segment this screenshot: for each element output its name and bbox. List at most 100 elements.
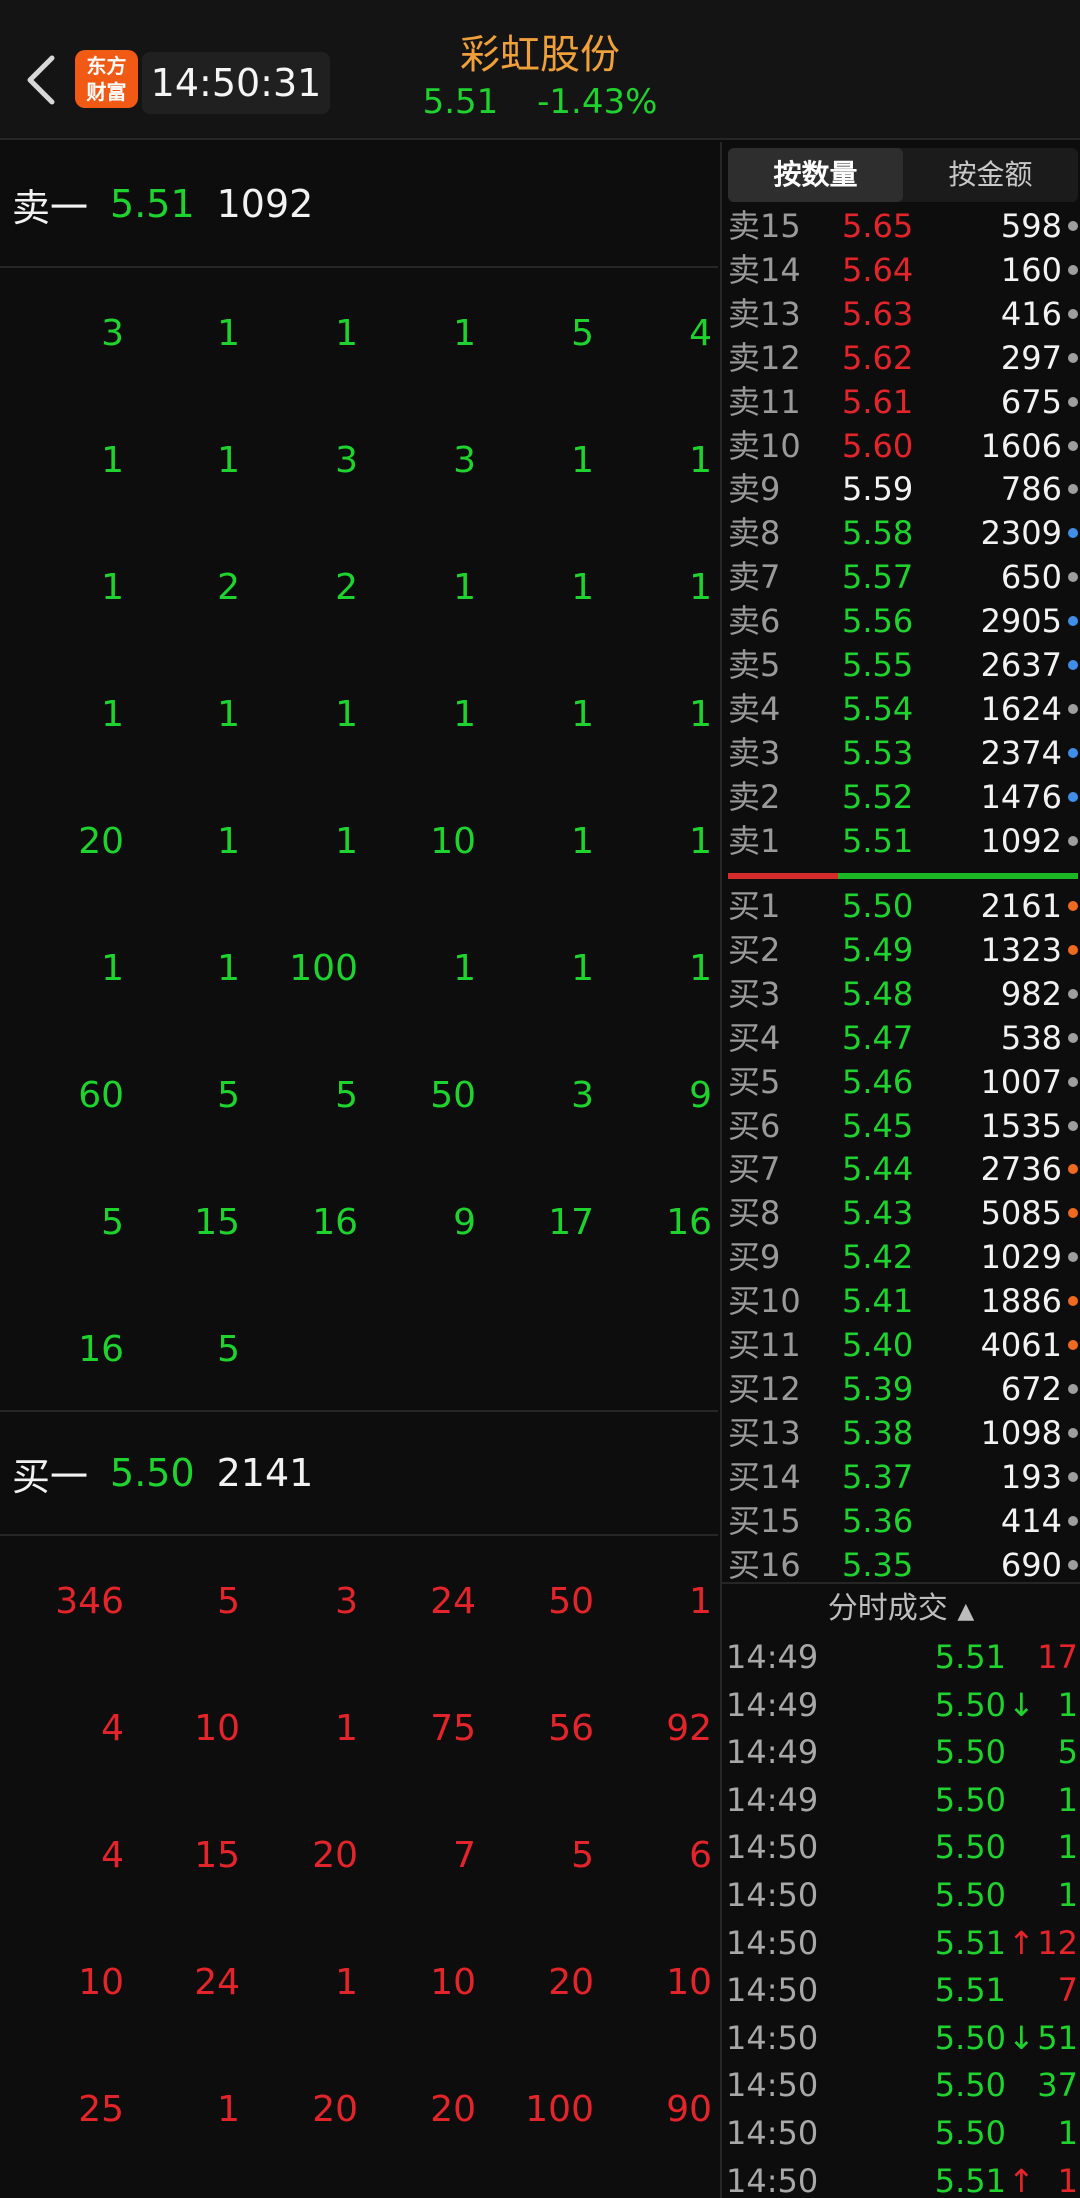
- sell-level[interactable]: 卖2 5.52 1476: [728, 775, 1078, 819]
- buy-level-volume: 690: [1000, 1545, 1062, 1584]
- buy-level[interactable]: 买8 5.43 5085: [728, 1191, 1078, 1235]
- sell-level[interactable]: 卖13 5.63 416: [728, 292, 1078, 336]
- sell-queue-price: 5.51: [110, 182, 195, 226]
- trade-row: 14:50 5.51 ↑ 12: [726, 1920, 1078, 1967]
- sell-level-label: 卖6: [728, 602, 781, 641]
- sell-level[interactable]: 卖1 5.51 1092: [728, 819, 1078, 863]
- queue-order-size: 5: [217, 1075, 240, 1116]
- sell-level-label: 卖8: [728, 514, 781, 553]
- trade-price: 5.51: [934, 2161, 1006, 2198]
- queue-order-size: 1: [217, 821, 240, 862]
- buy-queue-volume: 2141: [216, 1451, 314, 1495]
- sell-level[interactable]: 卖3 5.53 2374: [728, 731, 1078, 775]
- sell-level-volume: 1092: [980, 821, 1062, 860]
- trade-time: 14:50: [726, 2018, 819, 2057]
- buy-level-label: 买15: [728, 1501, 801, 1540]
- queue-order-size: 1: [571, 567, 594, 608]
- buy-level-label: 买8: [728, 1194, 781, 1233]
- queue-order-size: 1: [335, 694, 358, 735]
- buy-level[interactable]: 买6 5.45 1535: [728, 1104, 1078, 1148]
- queue-order-size: 20: [430, 2089, 476, 2130]
- back-button[interactable]: [22, 52, 62, 108]
- queue-order-size: 4: [101, 1708, 124, 1749]
- queue-order-size: 10: [78, 1962, 124, 2003]
- dot-icon: [1068, 791, 1078, 802]
- sell-level[interactable]: 卖7 5.57 650: [728, 555, 1078, 599]
- queue-order-size: 3: [101, 313, 124, 354]
- dot-icon: [1068, 901, 1078, 911]
- queue-order-size: 60: [78, 1075, 124, 1116]
- trade-price: 5.51: [934, 1638, 1006, 1676]
- queue-order-size: 1: [217, 694, 240, 735]
- dot-icon: [1068, 528, 1078, 539]
- top-bar: 东方 财富 14:50:31 彩虹股份 5.51 -1.43%: [0, 0, 1080, 140]
- buy-level-label: 买14: [728, 1457, 801, 1496]
- buy-level[interactable]: 买7 5.44 2736: [728, 1147, 1078, 1191]
- buy-level[interactable]: 买12 5.39 672: [728, 1367, 1078, 1411]
- dot-icon: [1068, 1164, 1078, 1175]
- tab-by-quantity[interactable]: 按数量: [728, 148, 903, 202]
- queue-row: 20 1 1 10 1 1: [0, 778, 718, 905]
- queue-order-size: 20: [78, 821, 124, 862]
- sell-level-volume: 160: [1000, 250, 1062, 289]
- queue-order-size: 5: [571, 313, 594, 354]
- queue-order-size: 90: [666, 2089, 712, 2130]
- sell-level[interactable]: 卖4 5.54 1624: [728, 687, 1078, 731]
- queue-order-size: 9: [453, 1202, 476, 1243]
- queue-order-size: 75: [430, 1708, 476, 1749]
- queue-order-size: 3: [571, 1075, 594, 1116]
- sell-level[interactable]: 卖15 5.65 598: [728, 204, 1078, 248]
- buy-level[interactable]: 买11 5.40 4061: [728, 1323, 1078, 1367]
- app-logo[interactable]: 东方 财富: [75, 50, 138, 108]
- buy-level-price: 5.37: [842, 1457, 914, 1496]
- queue-order-size: 1: [217, 313, 240, 354]
- buy-level[interactable]: 买16 5.35 690: [728, 1543, 1078, 1587]
- buy-level[interactable]: 买9 5.42 1029: [728, 1235, 1078, 1279]
- buy-level[interactable]: 买3 5.48 982: [728, 972, 1078, 1016]
- buy-level[interactable]: 买1 5.50 2161: [728, 884, 1078, 928]
- sell-level[interactable]: 卖9 5.59 786: [728, 467, 1078, 511]
- buy-level[interactable]: 买13 5.38 1098: [728, 1411, 1078, 1455]
- dot-icon: [1068, 1471, 1078, 1482]
- queue-row: 1 1 100 1 1 1: [0, 905, 718, 1032]
- sell-level-volume: 1606: [980, 426, 1062, 465]
- sell-level[interactable]: 卖8 5.58 2309: [728, 511, 1078, 555]
- sell-level-label: 卖3: [728, 733, 781, 772]
- buy-level-label: 买4: [728, 1018, 781, 1057]
- buy-level[interactable]: 买4 5.47 538: [728, 1016, 1078, 1060]
- trade-volume: 1: [1057, 1780, 1078, 1819]
- dot-icon: [1068, 308, 1078, 319]
- sell-level-label: 卖1: [728, 821, 781, 860]
- buy-level[interactable]: 买10 5.41 1886: [728, 1279, 1078, 1323]
- buy-level-price: 5.38: [842, 1413, 914, 1452]
- queue-order-size: 5: [101, 1202, 124, 1243]
- queue-order-size: 1: [453, 948, 476, 989]
- buy-level[interactable]: 买14 5.37 193: [728, 1455, 1078, 1499]
- buy-level[interactable]: 买15 5.36 414: [728, 1499, 1078, 1543]
- sell-level[interactable]: 卖11 5.61 675: [728, 380, 1078, 424]
- sell-level[interactable]: 卖5 5.55 2637: [728, 643, 1078, 687]
- trades-header[interactable]: 分时成交 ▲: [722, 1582, 1080, 1632]
- dot-icon: [1068, 264, 1078, 275]
- buy-level-volume: 4061: [980, 1326, 1062, 1364]
- sell-level-price: 5.56: [842, 602, 914, 641]
- buy-level[interactable]: 买5 5.46 1007: [728, 1060, 1078, 1104]
- dot-icon: [1068, 221, 1078, 231]
- trade-time: 14:50: [726, 1971, 819, 2010]
- sell-level[interactable]: 卖12 5.62 297: [728, 336, 1078, 380]
- sell-level[interactable]: 卖10 5.60 1606: [728, 424, 1078, 468]
- queue-order-size: 1: [571, 440, 594, 481]
- buy-level-volume: 5085: [980, 1194, 1062, 1233]
- queue-order-size: 2: [217, 567, 240, 608]
- trade-time: 14:49: [726, 1780, 819, 1819]
- tab-by-amount[interactable]: 按金额: [903, 148, 1078, 202]
- sell-level[interactable]: 卖14 5.64 160: [728, 248, 1078, 292]
- buy-level[interactable]: 买2 5.49 1323: [728, 928, 1078, 972]
- sell-level-label: 卖2: [728, 777, 781, 816]
- sell-queue-volume: 1092: [216, 182, 314, 226]
- sell-level[interactable]: 卖6 5.56 2905: [728, 599, 1078, 643]
- buy-level-volume: 672: [1000, 1369, 1062, 1408]
- dot-icon: [1068, 944, 1078, 955]
- triangle-up-icon: ▲: [957, 1599, 975, 1624]
- queue-order-size: 6: [689, 1835, 712, 1876]
